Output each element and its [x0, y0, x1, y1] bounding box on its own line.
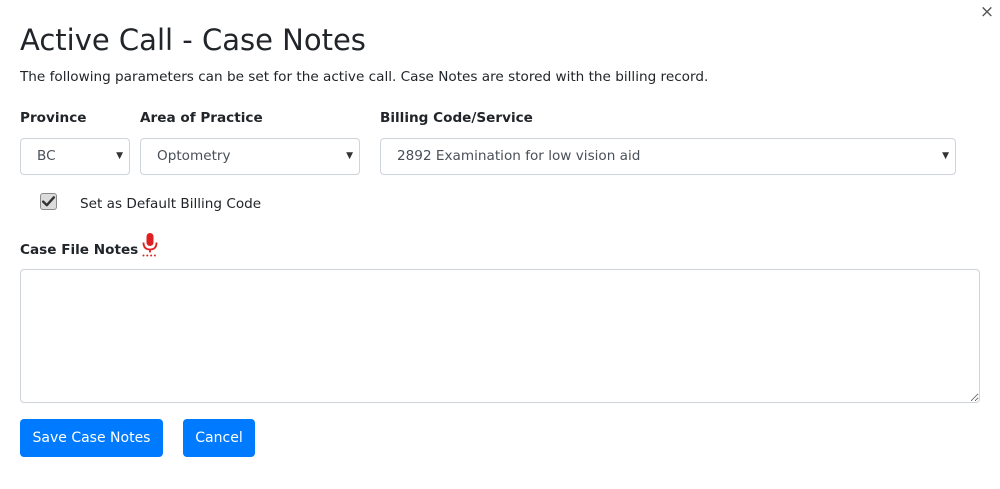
close-button[interactable]: × [978, 2, 996, 22]
close-icon: × [979, 1, 995, 22]
page-title: Active Call - Case Notes [20, 23, 366, 57]
area-of-practice-label: Area of Practice [140, 110, 263, 126]
province-select-value: BC [37, 148, 56, 164]
default-billing-label: Set as Default Billing Code [80, 196, 262, 212]
province-select[interactable]: BC ▼ [20, 138, 130, 175]
area-of-practice-select[interactable]: Optometry ▼ [140, 138, 360, 175]
microphone-icon [142, 233, 158, 257]
microphone-button[interactable] [140, 232, 160, 258]
caret-down-icon: ▼ [116, 151, 123, 161]
page-description: The following parameters can be set for … [20, 69, 709, 85]
billing-code-select[interactable]: 2892 Examination for low vision aid ▼ [380, 138, 956, 175]
caret-down-icon: ▼ [942, 151, 949, 161]
case-file-notes-textarea[interactable] [20, 269, 980, 403]
check-icon [42, 196, 55, 207]
province-label: Province [20, 110, 87, 126]
caret-down-icon: ▼ [346, 151, 353, 161]
cancel-button[interactable]: Cancel [183, 419, 255, 457]
default-billing-checkbox[interactable] [40, 193, 57, 210]
billing-code-label: Billing Code/Service [380, 110, 533, 126]
save-case-notes-button[interactable]: Save Case Notes [20, 419, 163, 457]
case-file-notes-label: Case File Notes [20, 242, 139, 258]
area-of-practice-select-value: Optometry [157, 148, 231, 164]
billing-code-select-value: 2892 Examination for low vision aid [397, 148, 641, 164]
